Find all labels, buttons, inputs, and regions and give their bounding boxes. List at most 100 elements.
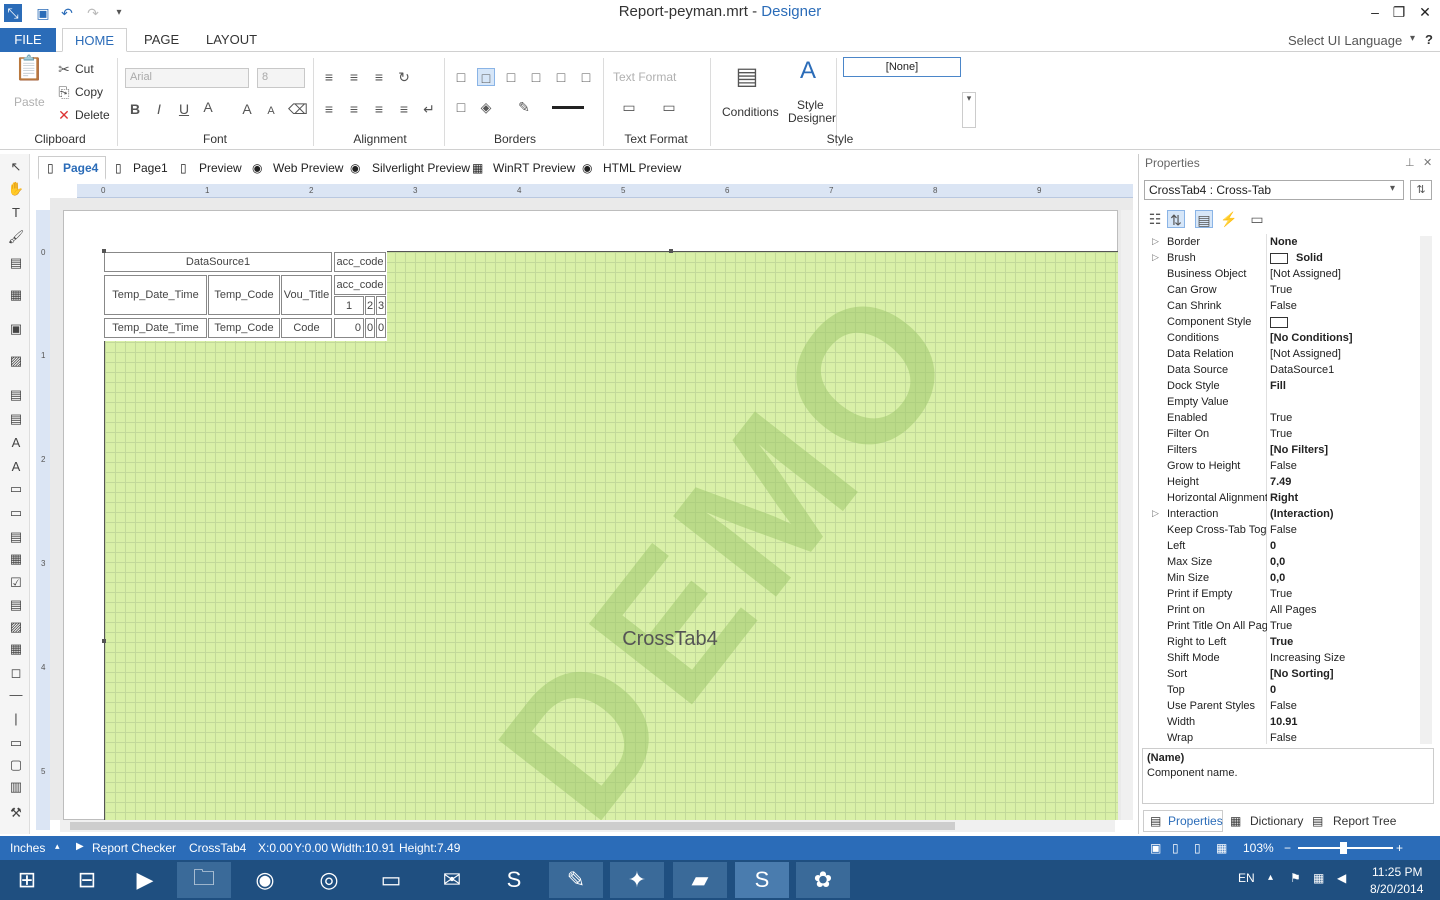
crosstab-col-cell[interactable]: 3 [376, 296, 386, 315]
border-left-icon[interactable]: □ [527, 68, 545, 86]
crosstab-col-cell[interactable]: 1 [334, 296, 364, 315]
property-row[interactable]: Shift Mode Increasing Size [1146, 651, 1420, 667]
align-right-icon[interactable]: ≡ [370, 100, 388, 118]
crosstab-total-cell[interactable]: Code [281, 318, 332, 338]
property-row[interactable]: ▷ Interaction (Interaction) [1146, 507, 1420, 523]
image-tool-icon[interactable]: ▨ [6, 352, 26, 370]
sql-app-icon[interactable]: ✦ [610, 862, 664, 898]
property-value[interactable]: Increasing Size [1270, 652, 1420, 664]
tab-html-preview[interactable]: HTML Preview [603, 158, 681, 178]
ui-language-select[interactable]: Select UI Language [1288, 33, 1402, 48]
horizontal-scrollbar[interactable] [60, 820, 1115, 832]
property-value[interactable]: True [1270, 412, 1420, 424]
property-value[interactable]: True [1270, 284, 1420, 296]
property-row[interactable]: Dock Style Fill [1146, 379, 1420, 395]
tab-winrt-preview[interactable]: WinRT Preview [493, 158, 575, 178]
zoom-slider-thumb[interactable] [1340, 842, 1347, 854]
property-row[interactable]: Use Parent Styles False [1146, 699, 1420, 715]
property-row[interactable]: Filters [No Filters] [1146, 443, 1420, 459]
property-row[interactable]: Height 7.49 [1146, 475, 1420, 491]
property-pages-icon[interactable]: ▭ [1248, 210, 1266, 228]
property-row[interactable]: Business Object [Not Assigned] [1146, 267, 1420, 283]
property-value[interactable]: False [1270, 524, 1420, 536]
tray-expand-icon[interactable]: ▴ [1268, 872, 1273, 883]
property-row[interactable]: Print on All Pages [1146, 603, 1420, 619]
border-top-icon[interactable]: □ [502, 68, 520, 86]
vertical-scrollbar[interactable] [1121, 210, 1133, 820]
categorized-icon[interactable]: ☷ [1146, 210, 1164, 228]
maximize-button[interactable]: ❐ [1386, 2, 1412, 22]
border-right-icon[interactable]: □ [577, 68, 595, 86]
properties-view-icon[interactable]: ▤ [1195, 210, 1213, 228]
skype-icon[interactable]: S [487, 862, 541, 898]
crosstab-value-cell[interactable]: 0 [334, 318, 364, 338]
sort-icon[interactable]: ⇅ [1410, 180, 1432, 200]
firefox-icon[interactable]: ◉ [238, 862, 292, 898]
property-row[interactable]: Empty Value [1146, 395, 1420, 411]
horizontal-line-icon[interactable]: — [6, 686, 26, 704]
paste-icon[interactable]: 📋 [14, 57, 44, 90]
crosstab-row-cell[interactable]: Temp_Date_Time [104, 275, 207, 315]
property-row[interactable]: Width 10.91 [1146, 715, 1420, 731]
crosstab-total-cell[interactable]: Temp_Code [208, 318, 280, 338]
tab-page1[interactable]: Page1 [133, 158, 168, 178]
property-value[interactable]: False [1270, 732, 1420, 744]
property-value[interactable]: None [1270, 236, 1420, 248]
property-row[interactable]: Horizontal Alignment Right [1146, 491, 1420, 507]
property-row[interactable]: Right to Left True [1146, 635, 1420, 651]
text-tool-icon[interactable]: T [6, 204, 26, 222]
events-icon[interactable]: ⚡ [1220, 210, 1238, 228]
tab-home[interactable]: HOME [62, 28, 127, 52]
rich-text-icon[interactable]: A [6, 458, 26, 476]
component-select[interactable]: CrossTab4 : Cross-Tab [1144, 180, 1404, 200]
property-row[interactable]: Print if Empty True [1146, 587, 1420, 603]
pan-tool-icon[interactable]: ✋ [6, 180, 26, 198]
crosstab-col-header-cell[interactable]: acc_code [334, 252, 386, 272]
report-title-icon[interactable]: ▤ [6, 386, 26, 404]
style-designer-label-2[interactable]: Designer [788, 111, 836, 125]
network-icon[interactable]: ⊟ [60, 862, 114, 898]
property-row[interactable]: Can Shrink False [1146, 299, 1420, 315]
font-family-select[interactable]: Arial [125, 68, 249, 88]
property-value[interactable]: Fill [1270, 380, 1420, 392]
tools-app-icon[interactable]: ✎ [549, 862, 603, 898]
close-button[interactable]: ✕ [1412, 2, 1438, 22]
two-pages-icon[interactable]: ▯ [1194, 841, 1201, 855]
notebook-app-icon[interactable]: ▰ [673, 862, 727, 898]
panel-tool-icon[interactable]: ▣ [6, 320, 26, 338]
page-footer-icon[interactable]: ▭ [6, 504, 26, 522]
table-icon[interactable]: ▦ [6, 550, 26, 568]
property-value[interactable]: Solid [1270, 252, 1420, 264]
property-value[interactable]: 7.49 [1270, 476, 1420, 488]
property-row[interactable]: Print Title On All Page True [1146, 619, 1420, 635]
flag-icon[interactable]: ⚑ [1290, 871, 1301, 885]
picture-tool-icon[interactable]: ▨ [6, 618, 26, 636]
property-row[interactable]: ▷ Brush Solid [1146, 251, 1420, 267]
property-row[interactable]: Filter On True [1146, 427, 1420, 443]
border-bottom-icon[interactable]: □ [552, 68, 570, 86]
property-row[interactable]: Max Size 0,0 [1146, 555, 1420, 571]
property-value[interactable]: All Pages [1270, 604, 1420, 616]
style-gallery-scroll-icon[interactable]: ▾ [962, 92, 976, 128]
property-row[interactable]: Wrap False [1146, 731, 1420, 747]
tab-silverlight-preview[interactable]: Silverlight Preview [372, 158, 470, 178]
text-format-select[interactable]: Text Format [613, 70, 676, 84]
property-row[interactable]: Data Relation [Not Assigned] [1146, 347, 1420, 363]
crosstab-value-cell[interactable]: 0 [376, 318, 386, 338]
property-value[interactable]: [No Conditions] [1270, 332, 1420, 344]
property-value[interactable]: DataSource1 [1270, 364, 1420, 376]
band-tool-icon[interactable]: ▤ [6, 254, 26, 272]
property-value[interactable]: True [1270, 620, 1420, 632]
text-format-options-icon[interactable]: ▭ [660, 98, 678, 116]
delete-button[interactable]: Delete [75, 108, 110, 122]
property-value[interactable]: [No Sorting] [1270, 668, 1420, 680]
resize-handle[interactable] [669, 249, 673, 253]
tab-dictionary[interactable]: Dictionary [1250, 814, 1303, 828]
report-checker-button[interactable]: Report Checker [92, 841, 176, 855]
font-color-button[interactable]: A [199, 98, 217, 116]
properties-scrollbar[interactable] [1420, 236, 1432, 744]
bold-button[interactable]: B [126, 100, 144, 118]
property-value[interactable]: False [1270, 700, 1420, 712]
align-top-icon[interactable]: ≡ [320, 68, 338, 86]
align-left-icon[interactable]: ≡ [320, 100, 338, 118]
